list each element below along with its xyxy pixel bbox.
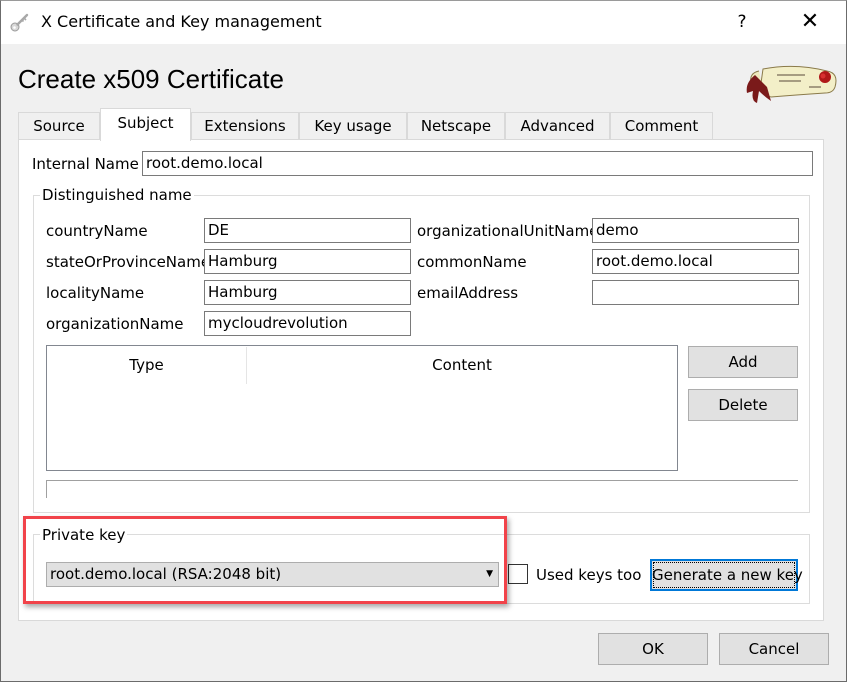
tab-advanced[interactable]: Advanced [505, 112, 610, 140]
country-name-input[interactable]: DE [204, 218, 411, 243]
email-input[interactable] [592, 280, 799, 305]
locality-input[interactable]: Hamburg [204, 280, 411, 305]
horizontal-scrollbar[interactable] [46, 480, 798, 498]
delete-button[interactable]: Delete [688, 389, 798, 421]
tab-subject[interactable]: Subject [100, 108, 191, 141]
cancel-button[interactable]: Cancel [719, 633, 829, 665]
tab-comment[interactable]: Comment [610, 112, 713, 140]
dialog-heading: Create x509 Certificate [18, 64, 284, 94]
tab-extensions[interactable]: Extensions [191, 112, 299, 140]
private-key-select[interactable]: root.demo.local (RSA:2048 bit) ▼ [46, 562, 499, 587]
used-keys-label[interactable]: Used keys too [536, 566, 641, 584]
state-label: stateOrProvinceName [46, 253, 211, 271]
ok-button[interactable]: OK [598, 633, 708, 665]
column-header-content[interactable]: Content [247, 346, 677, 384]
distinguished-name-title: Distinguished name [40, 186, 194, 204]
locality-label: localityName [46, 284, 145, 302]
common-name-label: commonName [417, 253, 527, 271]
internal-name-label: Internal Name [32, 155, 139, 173]
private-key-title: Private key [40, 526, 128, 544]
organization-input[interactable]: mycloudrevolution [204, 311, 411, 336]
tab-source[interactable]: Source [18, 112, 100, 140]
state-input[interactable]: Hamburg [204, 249, 411, 274]
email-label: emailAddress [417, 284, 519, 302]
title-bar: X Certificate and Key management ? ✕ [0, 0, 847, 44]
org-unit-label: organizationalUnitName [417, 222, 599, 240]
window-title: X Certificate and Key management [41, 12, 322, 31]
internal-name-input[interactable]: root.demo.local [142, 151, 813, 176]
extra-entries-table[interactable]: Type Content [46, 345, 678, 471]
dropdown-arrow-icon: ▼ [486, 569, 493, 579]
key-icon [10, 13, 29, 32]
focus-ring [653, 562, 795, 588]
common-name-input[interactable]: root.demo.local [592, 249, 799, 274]
used-keys-checkbox[interactable] [508, 564, 528, 584]
certificate-scroll-logo [746, 65, 837, 103]
private-key-selected-value: root.demo.local (RSA:2048 bit) [50, 565, 282, 583]
tab-netscape[interactable]: Netscape [407, 112, 505, 140]
add-button[interactable]: Add [688, 346, 798, 378]
tab-key-usage[interactable]: Key usage [299, 112, 407, 140]
generate-key-button[interactable]: Generate a new key [650, 559, 803, 591]
close-button[interactable]: ✕ [790, 4, 830, 40]
country-name-label: countryName [46, 222, 148, 240]
org-unit-input[interactable]: demo [592, 218, 799, 243]
column-header-type[interactable]: Type [47, 346, 246, 384]
organization-label: organizationName [46, 315, 184, 333]
help-button[interactable]: ? [724, 4, 760, 40]
